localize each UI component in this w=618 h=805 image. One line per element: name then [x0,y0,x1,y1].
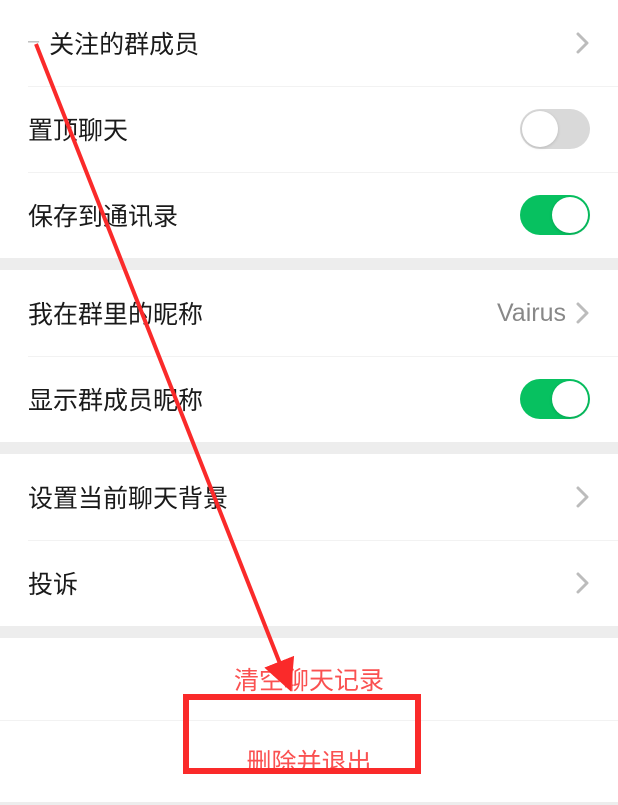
chevron-right-icon [576,301,590,325]
sticky-chat-label: 置顶聊天 [28,111,128,147]
settings-group-2: 我在群里的昵称 Vairus 显示群成员昵称 [0,270,618,442]
complaint-label: 投诉 [28,565,78,601]
my-nickname-value: Vairus [497,299,566,328]
chevron-right-icon [576,571,590,595]
show-nicknames-label: 显示群成员昵称 [28,381,203,417]
row-right [576,571,590,595]
chevron-right-icon [576,485,590,509]
action-group: 清空聊天记录 删除并退出 [0,638,618,802]
clear-history-label: 清空聊天记录 [234,661,384,697]
chevron-right-icon [576,31,590,55]
delete-exit-row[interactable]: 删除并退出 [0,720,618,802]
row-right [576,485,590,509]
sticky-chat-toggle[interactable] [520,109,590,149]
toggle-knob [522,111,558,147]
save-contacts-row[interactable]: 保存到通讯录 [0,172,618,258]
complaint-row[interactable]: 投诉 [0,540,618,626]
row-right [576,31,590,55]
dash-icon: – [28,30,39,53]
settings-group-1: – 关注的群成员 置顶聊天 保存到通讯录 [0,0,618,258]
toggle-knob [552,381,588,417]
save-contacts-toggle[interactable] [520,195,590,235]
chat-background-row[interactable]: 设置当前聊天背景 [0,454,618,540]
followed-members-label: 关注的群成员 [49,25,199,61]
my-nickname-row[interactable]: 我在群里的昵称 Vairus [0,270,618,356]
settings-group-3: 设置当前聊天背景 投诉 [0,454,618,626]
my-nickname-label: 我在群里的昵称 [28,295,203,331]
row-right: Vairus [497,299,590,328]
sticky-chat-row[interactable]: 置顶聊天 [0,86,618,172]
chat-background-label: 设置当前聊天背景 [28,479,228,515]
show-nicknames-row[interactable]: 显示群成员昵称 [0,356,618,442]
save-contacts-label: 保存到通讯录 [28,197,178,233]
clear-history-row[interactable]: 清空聊天记录 [0,638,618,720]
followed-members-row[interactable]: – 关注的群成员 [0,0,618,86]
delete-exit-label: 删除并退出 [246,743,371,779]
row-left: – 关注的群成员 [28,25,199,61]
toggle-knob [552,197,588,233]
show-nicknames-toggle[interactable] [520,379,590,419]
